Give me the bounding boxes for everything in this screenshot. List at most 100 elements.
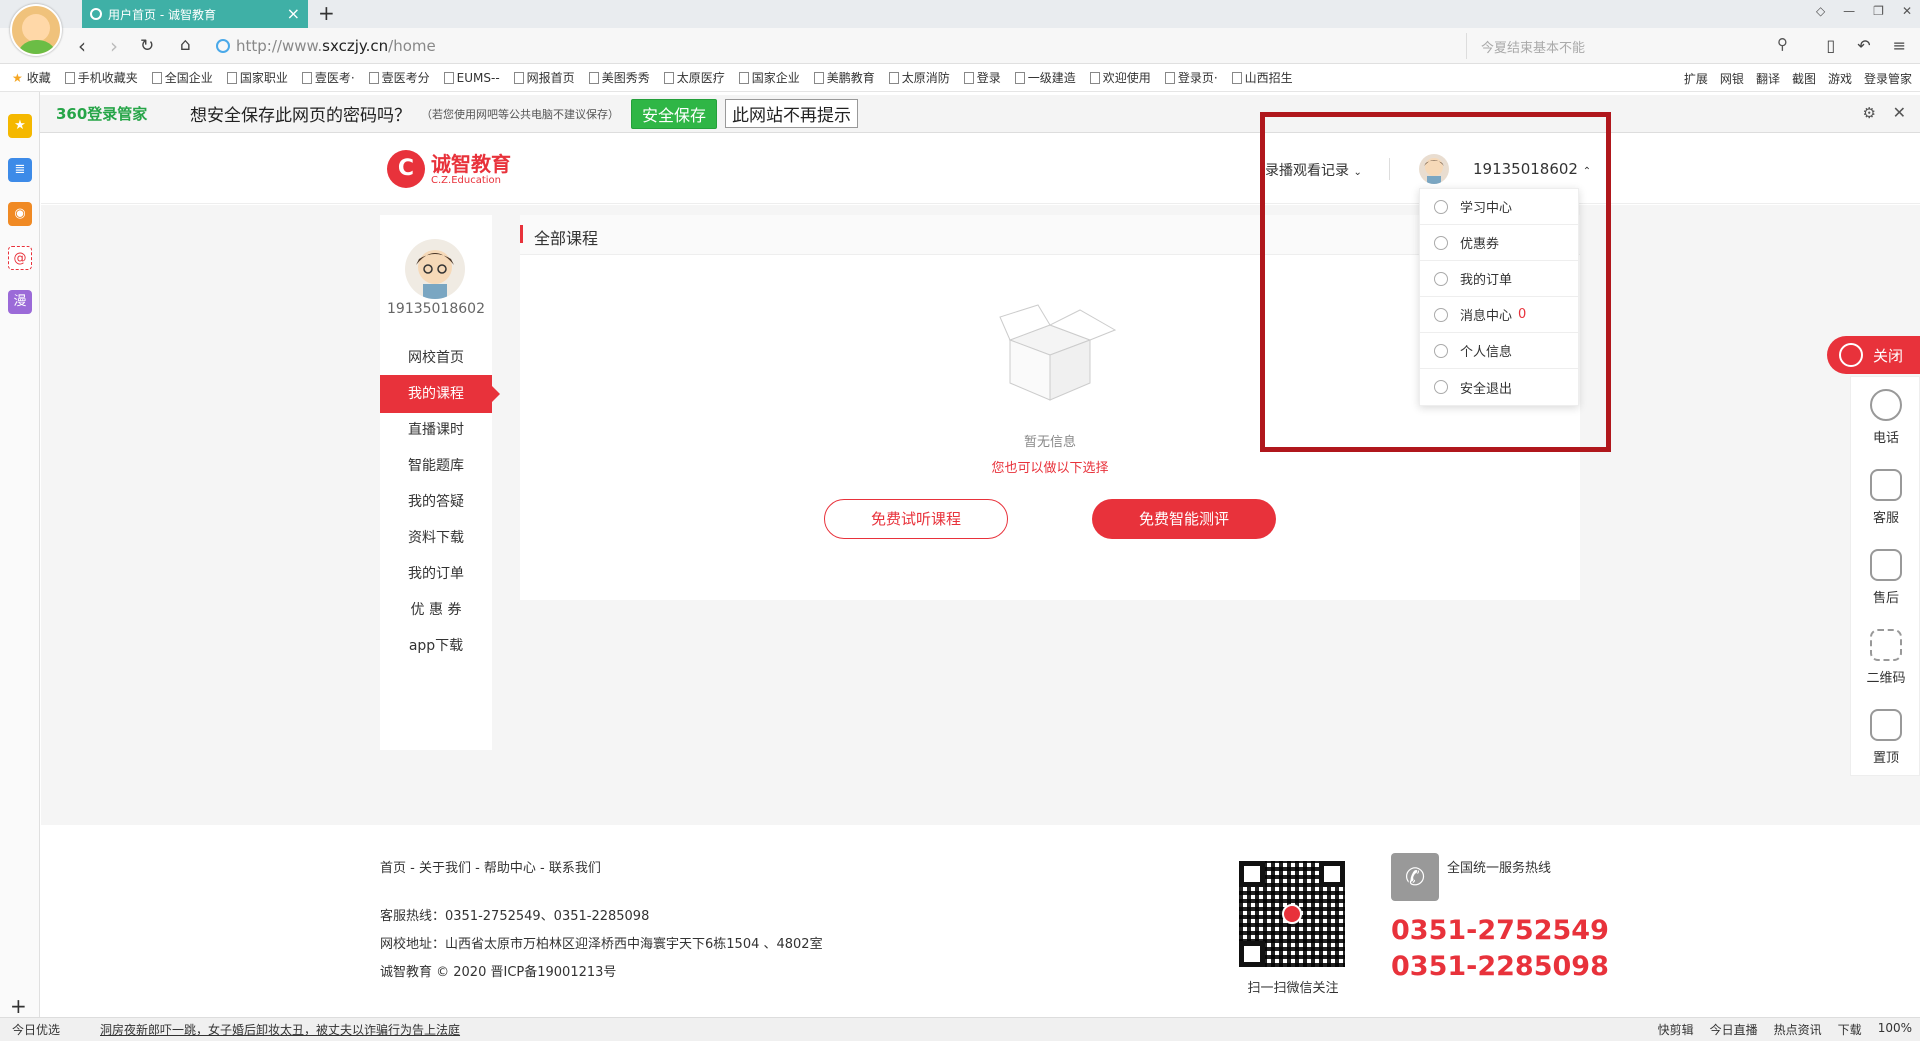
bookmark-item[interactable]: 太原医疗 (663, 69, 725, 86)
add-panel-icon[interactable]: + (10, 994, 27, 1018)
menu-item-profile[interactable]: 个人信息 (1420, 333, 1578, 369)
bookmark-item[interactable]: 太原消防 (888, 69, 950, 86)
favorite-star-icon[interactable]: ★ (8, 114, 32, 138)
bookmark-item[interactable]: ★ 收藏 (12, 69, 51, 86)
bookmark-item[interactable]: 一级建造 (1014, 69, 1076, 86)
zoom-level[interactable]: 100% (1878, 1021, 1912, 1038)
status-tool[interactable]: 快剪辑 (1658, 1021, 1694, 1038)
sidebar-item-question-bank[interactable]: 智能题库 (380, 447, 492, 485)
bookmark-item[interactable]: 国家企业 (738, 69, 800, 86)
menu-icon[interactable]: ≡ (1893, 36, 1906, 55)
bookmark-item[interactable]: 全国企业 (151, 69, 213, 86)
mobile-icon[interactable]: ▯ (1826, 36, 1835, 55)
floating-side-tools: 电话 客服 售后 二维码 置顶 (1850, 376, 1920, 776)
sidebar-item-qa[interactable]: 我的答疑 (380, 483, 492, 521)
browser-user-avatar[interactable] (10, 4, 62, 56)
page-icon (226, 71, 237, 84)
page-icon (738, 71, 749, 84)
minimize-icon[interactable]: — (1843, 4, 1855, 18)
bookmark-item[interactable]: 国家职业 (226, 69, 288, 86)
sidebar-item-app-download[interactable]: app下载 (380, 627, 492, 665)
close-window-icon[interactable]: ✕ (1902, 4, 1912, 18)
sidebar-item-downloads[interactable]: 资料下载 (380, 519, 492, 557)
header-username[interactable]: 19135018602 ⌃ (1473, 160, 1591, 178)
site-logo[interactable]: C 诚智教育 C.Z.Education (387, 150, 511, 188)
ext-item[interactable]: 网银 (1720, 70, 1744, 87)
close-icon[interactable]: ✕ (1893, 103, 1906, 122)
status-tool[interactable]: 今日直播 (1710, 1021, 1758, 1038)
browser-tab-active[interactable]: 用户首页 - 诚智教育 × (82, 0, 308, 28)
sidebar-item-coupons[interactable]: 优 惠 券 (380, 591, 492, 629)
bookmark-item[interactable]: 壹医考· (301, 69, 355, 86)
support-tool[interactable]: 客服 (1851, 457, 1920, 537)
qrcode-tool[interactable]: 二维码 (1851, 617, 1920, 697)
sidebar-item-my-courses[interactable]: 我的课程 (380, 375, 500, 413)
bookmark-item[interactable]: 网报首页 (513, 69, 575, 86)
status-tool[interactable]: 热点资讯 (1774, 1021, 1822, 1038)
refresh-icon[interactable]: ↻ (140, 36, 154, 56)
ext-item[interactable]: 翻译 (1756, 70, 1780, 87)
url-host: sxczjy.cn (322, 37, 389, 55)
safe-save-button[interactable]: 安全保存 (631, 98, 718, 129)
gear-icon[interactable]: ⚙ (1863, 104, 1876, 122)
bookmark-item[interactable]: 欢迎使用 (1089, 69, 1151, 86)
menu-item-coupons[interactable]: 优惠券 (1420, 225, 1578, 261)
news-icon[interactable]: ≣ (8, 158, 32, 182)
bookmark-item[interactable]: EUMS-- (443, 71, 500, 85)
phone-tool[interactable]: 电话 (1851, 377, 1920, 457)
user-dropdown-menu: 学习中心 优惠券 我的订单 消息中心 0 个人信息 安全退出 (1419, 188, 1579, 406)
weibo-icon[interactable]: ◉ (8, 202, 32, 226)
ext-item[interactable]: 游戏 (1828, 70, 1852, 87)
menu-item-logout[interactable]: 安全退出 (1420, 369, 1578, 405)
bookmark-label: 太原消防 (901, 71, 950, 85)
tool-label: 电话 (1872, 431, 1899, 446)
bookmark-item[interactable]: 登录页· (1164, 69, 1218, 86)
coupon-icon (1434, 235, 1448, 250)
ext-item[interactable]: 截图 (1792, 70, 1816, 87)
status-tool[interactable]: 下载 (1838, 1021, 1862, 1038)
bookmark-item[interactable]: 美鹏教育 (813, 69, 875, 86)
never-remind-button[interactable]: 此网站不再提示 (725, 99, 859, 128)
bookmark-item[interactable]: 登录 (963, 69, 1001, 86)
bookmark-item[interactable]: 美图秀秀 (588, 69, 650, 86)
free-assessment-button[interactable]: 免费智能测评 (1092, 499, 1276, 539)
url-input[interactable]: http://www. sxczjy.cn/home (216, 33, 1450, 59)
record-history-label: 录播观看记录 (1265, 163, 1349, 179)
bookmark-label: 登录页· (1177, 71, 1218, 85)
bookmark-item[interactable]: 壹医考分 (368, 69, 430, 86)
news-ticker-link[interactable]: 洞房夜新郎吓一跳，女子婚后卸妆太丑，被丈夫以诈骗行为告上法庭 (100, 1021, 460, 1038)
forward-icon[interactable]: › (110, 34, 118, 58)
headset-icon (1839, 343, 1863, 367)
new-tab-button[interactable]: + (318, 1, 335, 25)
sidebar-item-home[interactable]: 网校首页 (380, 339, 492, 377)
ext-item[interactable]: 扩展 (1684, 70, 1708, 87)
bookmark-item[interactable]: 手机收藏夹 (64, 69, 138, 86)
menu-item-my-orders[interactable]: 我的订单 (1420, 261, 1578, 297)
mail-icon[interactable]: @ (8, 246, 32, 270)
back-icon[interactable]: ‹ (78, 34, 86, 58)
footer-links[interactable]: 首页 - 关于我们 - 帮助中心 - 联系我们 (380, 857, 601, 876)
bell-icon (1434, 307, 1448, 322)
record-history-menu[interactable]: 录播观看记录 ⌄ (1265, 160, 1362, 180)
menu-item-messages[interactable]: 消息中心 0 (1420, 297, 1578, 333)
close-float-button[interactable]: 关闭 (1827, 336, 1920, 374)
tab-close-icon[interactable]: × (287, 4, 300, 23)
search-icon[interactable]: ⚲ (1777, 35, 1788, 53)
bookmark-item[interactable]: 山西招生 (1231, 69, 1293, 86)
free-trial-course-button[interactable]: 免费试听课程 (824, 499, 1008, 539)
restore-icon[interactable]: ❐ (1873, 4, 1884, 18)
after-sales-tool[interactable]: 售后 (1851, 537, 1920, 617)
undo-icon[interactable]: ↶ (1857, 36, 1870, 55)
comic-icon[interactable]: 漫 (8, 290, 32, 314)
sidebar-item-live[interactable]: 直播课时 (380, 411, 492, 449)
today-picks[interactable]: 今日优选 (12, 1021, 60, 1038)
back-to-top-tool[interactable]: 置顶 (1851, 697, 1920, 777)
shirt-icon[interactable]: ◇ (1816, 4, 1825, 18)
browser-search-input[interactable]: 今夏结束基本不能 ⚲ (1466, 33, 1796, 59)
ext-item[interactable]: 登录管家 (1864, 70, 1912, 87)
search-placeholder: 今夏结束基本不能 (1481, 40, 1586, 56)
sidebar-item-orders[interactable]: 我的订单 (380, 555, 492, 593)
menu-item-study-center[interactable]: 学习中心 (1420, 189, 1578, 225)
home-icon[interactable]: ⌂ (180, 35, 191, 55)
avatar[interactable] (1419, 154, 1449, 184)
